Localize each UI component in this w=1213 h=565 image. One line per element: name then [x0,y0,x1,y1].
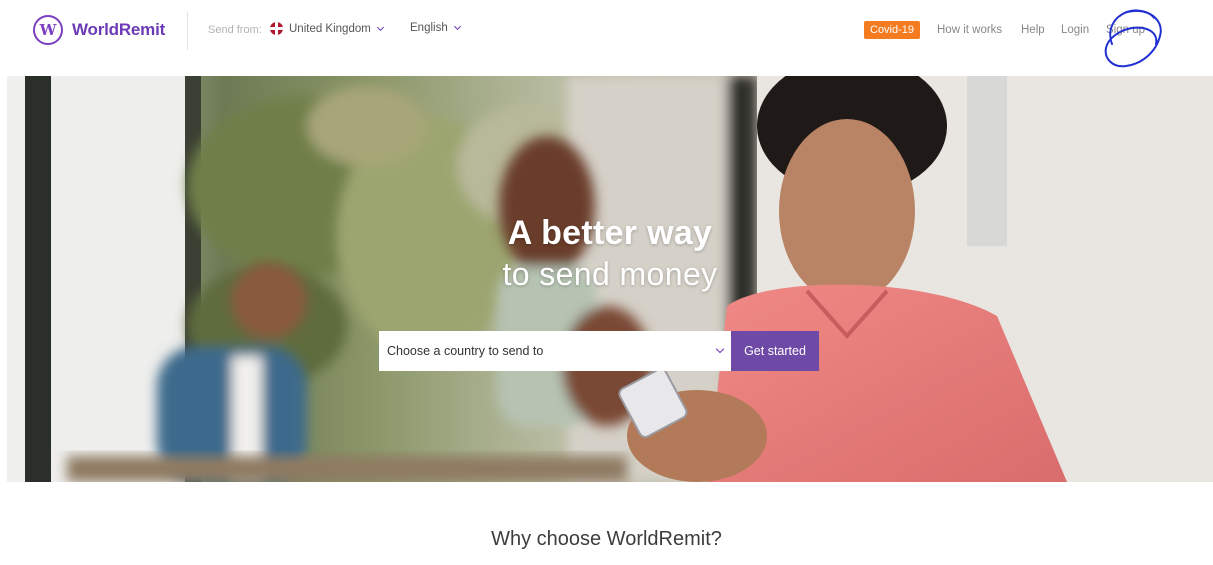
get-started-button[interactable]: Get started [731,331,819,371]
nav-how-it-works[interactable]: How it works [937,24,1002,36]
brand-name: WorldRemit [72,20,166,39]
hero-banner: A better way to send money Choose a coun… [7,76,1213,482]
chevron-down-icon [453,22,461,31]
language-select[interactable]: English [410,22,461,34]
top-header: W WorldRemit Send from: United Kingdom E… [0,0,1213,68]
chevron-down-icon [715,344,725,354]
chevron-down-icon [376,23,384,31]
covid-19-badge[interactable]: Covid-19 [864,21,921,39]
worldremit-logo[interactable]: W WorldRemit [33,15,165,45]
uk-flag-icon [270,22,283,35]
hand-drawn-circle-annotation [1104,9,1162,68]
language-value: English [410,22,448,34]
nav-sign-up[interactable]: Sign up [1106,24,1145,36]
send-from-country-select[interactable]: United Kingdom [270,22,384,35]
header-divider [187,12,188,50]
destination-country-placeholder: Choose a country to send to [387,344,544,358]
nav-help[interactable]: Help [1021,24,1045,36]
destination-country-select[interactable]: Choose a country to send to [379,331,731,371]
hero-title-line-2: to send money [502,256,718,292]
send-from-label: Send from: [208,24,262,36]
nav-login[interactable]: Login [1061,24,1089,36]
send-from-country-value: United Kingdom [289,22,371,35]
why-choose-heading: Why choose WorldRemit? [491,528,722,550]
hero-title-line-1: A better way [507,214,713,252]
worldremit-logo-icon: W [33,15,63,45]
